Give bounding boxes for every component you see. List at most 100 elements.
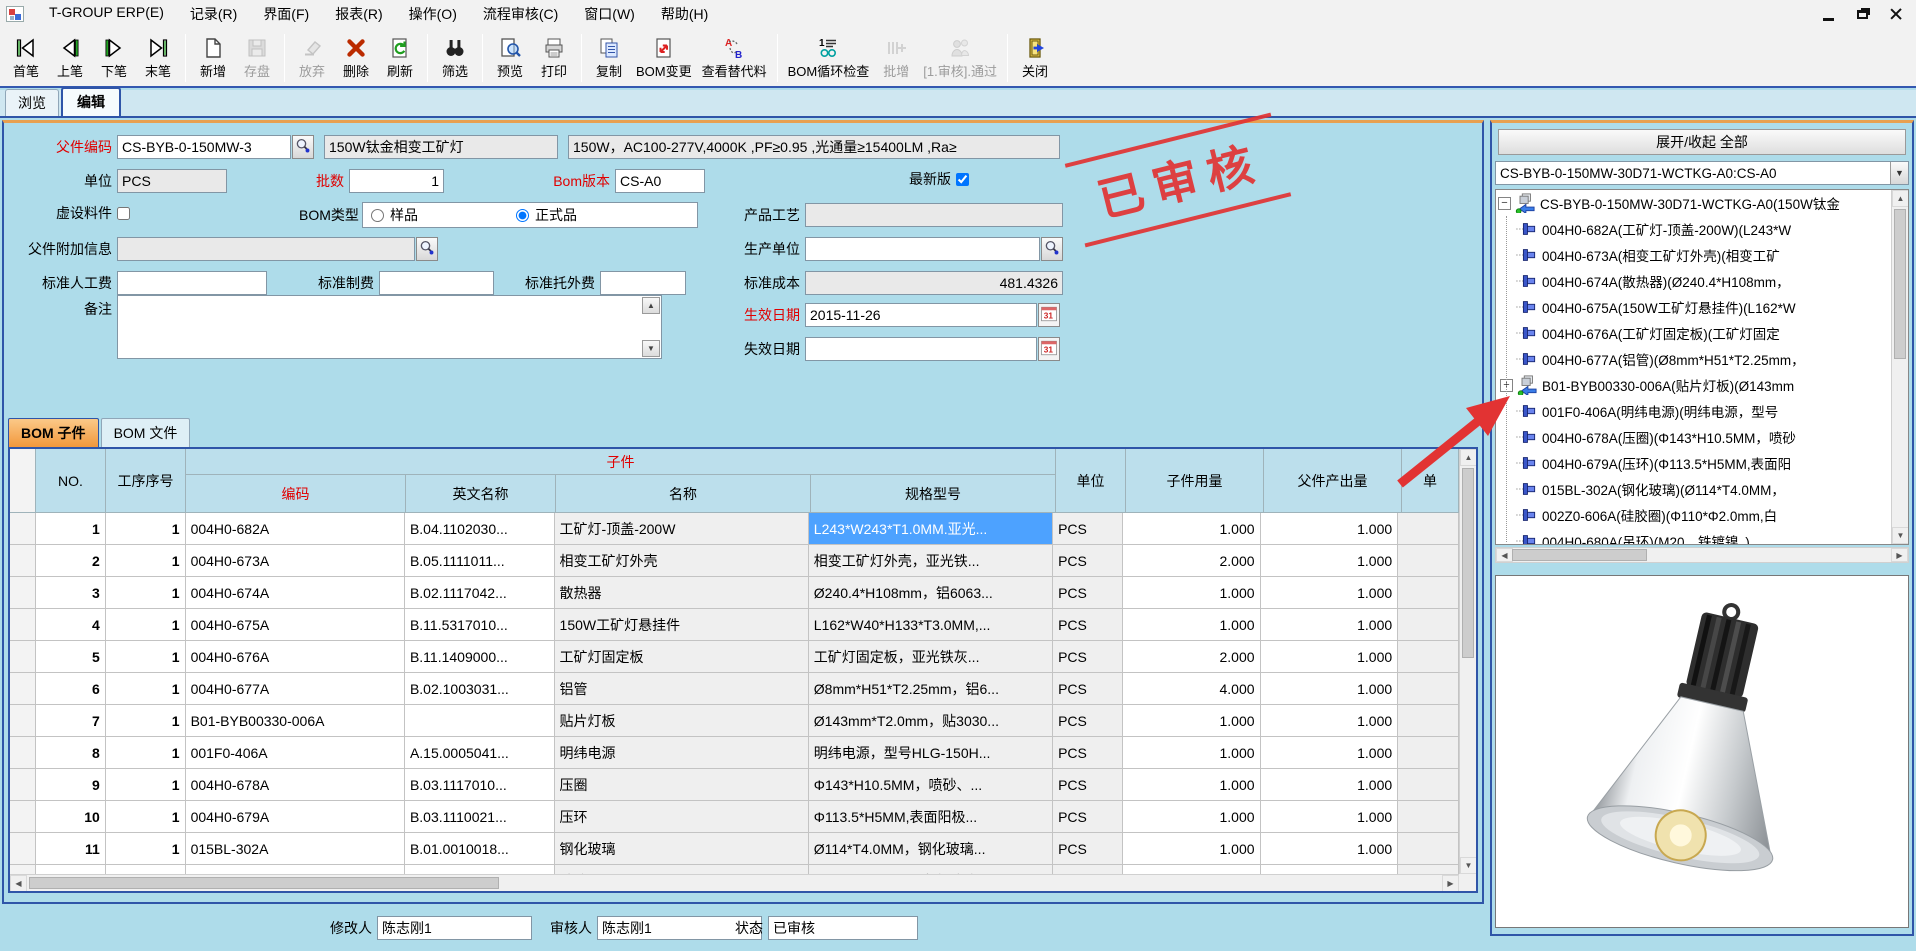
toolbar-refresh-button[interactable]: 刷新 [378, 30, 422, 86]
tree-node[interactable]: 004H0-678A(压圈)(Φ143*H10.5MM，喷砂 [1514, 424, 1891, 450]
tree-node[interactable]: 004H0-682A(工矿灯-顶盖-200W)(L243*W [1514, 216, 1891, 242]
expand-collapse-all-button[interactable]: 展开/收起 全部 [1498, 129, 1906, 155]
menu-item-2[interactable]: 界面(F) [250, 0, 322, 28]
toolbar-substitute-button[interactable]: AB查看替代料 [697, 30, 772, 86]
tab-edit[interactable]: 编辑 [61, 87, 121, 116]
table-row[interactable]: 41004H0-675AB.11.5317010...150W工矿灯悬挂件L16… [10, 609, 1459, 641]
table-row[interactable]: 121002Z0-606AB.10.0540000...硅胶圈Φ110*Φ2.0… [10, 865, 1459, 874]
collapse-icon[interactable]: − [1498, 197, 1511, 210]
tree-node[interactable]: −CS-BYB-0-150MW-30D71-WCTKG-A0(150W钛金 [1496, 190, 1891, 216]
table-row[interactable]: 101004H0-679AB.03.1110021...压环Φ113.5*H5M… [10, 801, 1459, 833]
table-row[interactable]: 71B01-BYB00330-006A贴片灯板Ø143mm*T2.0mm，贴30… [10, 705, 1459, 737]
scrollbar-thumb[interactable] [1462, 468, 1474, 658]
toolbar-nav-last-button[interactable]: 末笔 [136, 30, 180, 86]
scroll-up-icon[interactable]: ▲ [642, 297, 660, 314]
tab-browse[interactable]: 浏览 [5, 89, 59, 116]
scroll-down-icon[interactable]: ▼ [1460, 857, 1477, 874]
menu-item-0[interactable]: T-GROUP ERP(E) [36, 0, 177, 28]
tree-node[interactable]: 004H0-675A(150W工矿灯悬挂件)(L162*W [1514, 294, 1891, 320]
bom-type-sample-radio[interactable] [371, 209, 384, 222]
note-scrollbar[interactable]: ▲ ▼ [642, 297, 660, 357]
toolbar-preview-button[interactable]: 预览 [488, 30, 532, 86]
table-horizontal-scrollbar[interactable]: ◀ ▶ [10, 874, 1459, 891]
tab-bom-files[interactable]: BOM 文件 [101, 418, 191, 447]
table-row[interactable]: 111015BL-302AB.01.0010018...钢化玻璃Ø114*T4.… [10, 833, 1459, 865]
production-unit-lookup-button[interactable] [1041, 237, 1063, 261]
note-textarea[interactable]: ▲ ▼ [117, 295, 662, 359]
tree-node[interactable]: 015BL-302A(钢化玻璃)(Ø114*T4.0MM， [1514, 476, 1891, 502]
toolbar-filter-button[interactable]: 筛选 [433, 30, 477, 86]
menu-item-4[interactable]: 操作(O) [396, 0, 470, 28]
table-row[interactable]: 81001F0-406AA.15.0005041...明纬电源明纬电源，型号HL… [10, 737, 1459, 769]
menu-item-6[interactable]: 窗口(W) [571, 0, 648, 28]
toolbar-nav-prev-button[interactable]: 上笔 [48, 30, 92, 86]
toolbar-bom-change-button[interactable]: BOM变更 [631, 30, 697, 86]
toolbar-delete-button[interactable]: 删除 [334, 30, 378, 86]
scrollbar-thumb[interactable] [29, 877, 499, 889]
scroll-left-icon[interactable]: ◀ [10, 875, 27, 892]
latest-version-checkbox[interactable] [956, 173, 969, 186]
scroll-left-icon[interactable]: ◀ [1496, 548, 1513, 562]
menu-item-1[interactable]: 记录(R) [177, 0, 250, 28]
production-unit-input[interactable] [805, 237, 1040, 261]
toolbar-print-button[interactable]: 打印 [532, 30, 576, 86]
chevron-down-icon[interactable]: ▼ [1890, 162, 1908, 184]
tab-bom-children[interactable]: BOM 子件 [8, 418, 99, 447]
table-row[interactable]: 21004H0-673AB.05.1111011...相变工矿灯外壳相变工矿灯外… [10, 545, 1459, 577]
scrollbar-thumb[interactable] [1512, 549, 1647, 561]
scroll-up-icon[interactable]: ▲ [1460, 449, 1477, 466]
effective-date-calendar-button[interactable]: 31 [1038, 303, 1060, 327]
tree-node[interactable]: 004H0-677A(铝管)(Ø8mm*H51*T2.25mm， [1514, 346, 1891, 372]
close-button[interactable] [1882, 3, 1910, 25]
parent-code-lookup-button[interactable] [292, 135, 314, 159]
expire-date-calendar-button[interactable]: 31 [1038, 337, 1060, 361]
scroll-right-icon[interactable]: ▶ [1891, 548, 1908, 562]
effective-date-input[interactable] [805, 303, 1037, 327]
scroll-right-icon[interactable]: ▶ [1442, 875, 1459, 892]
bom-version-input[interactable] [615, 169, 705, 193]
menu-item-5[interactable]: 流程审核(C) [470, 0, 571, 28]
tree-node[interactable]: 004H0-680A(吊环)(M20、铁镀镍、) [1514, 528, 1891, 544]
toolbar-new-button[interactable]: 新增 [191, 30, 235, 86]
parent-code-input[interactable] [117, 135, 291, 159]
table-row[interactable]: 11004H0-682AB.04.1102030...工矿灯-顶盖-200WL2… [10, 513, 1459, 545]
table-row[interactable]: 91004H0-678AB.03.1117010...压圈Φ143*H10.5M… [10, 769, 1459, 801]
table-row[interactable]: 51004H0-676AB.11.1409000...工矿灯固定板工矿灯固定板，… [10, 641, 1459, 673]
toolbar-loop-check-button[interactable]: 1BOM循环检查 [783, 30, 875, 86]
toolbar-nav-first-button[interactable]: 首笔 [4, 30, 48, 86]
tree-horizontal-scrollbar[interactable]: ◀ ▶ [1495, 547, 1909, 563]
table-vertical-scrollbar[interactable]: ▲ ▼ [1459, 449, 1476, 874]
virtual-part-checkbox[interactable] [117, 207, 130, 220]
tree-node[interactable]: +B01-BYB00330-006A(贴片灯板)(Ø143mm [1514, 372, 1891, 398]
outsource-cost-input[interactable] [600, 271, 686, 295]
table-row[interactable]: 61004H0-677AB.02.1003031...铝管Ø8mm*H51*T2… [10, 673, 1459, 705]
minimize-icon [1823, 18, 1834, 21]
tree-vertical-scrollbar[interactable]: ▲ ▼ [1891, 190, 1908, 544]
menu-item-7[interactable]: 帮助(H) [648, 0, 721, 28]
table-row[interactable]: 31004H0-674AB.02.1117042...散热器Ø240.4*H10… [10, 577, 1459, 609]
mfg-cost-input[interactable] [379, 271, 494, 295]
scroll-down-icon[interactable]: ▼ [642, 340, 660, 357]
tree-node[interactable]: 004H0-673A(相变工矿灯外壳)(相变工矿 [1514, 242, 1891, 268]
tree-node[interactable]: 002Z0-606A(硅胶圈)(Φ110*Φ2.0mm,白 [1514, 502, 1891, 528]
expand-icon[interactable]: + [1500, 379, 1513, 392]
minimize-button[interactable] [1814, 3, 1842, 25]
restore-button[interactable] [1848, 3, 1876, 25]
bom-version-combo[interactable]: CS-BYB-0-150MW-30D71-WCTKG-A0:CS-A0 ▼ [1495, 161, 1909, 185]
scroll-down-icon[interactable]: ▼ [1892, 527, 1909, 544]
scrollbar-thumb[interactable] [1894, 209, 1906, 359]
batch-input[interactable] [349, 169, 444, 193]
scroll-up-icon[interactable]: ▲ [1892, 190, 1909, 207]
toolbar-copy-button[interactable]: 复制 [587, 30, 631, 86]
bom-type-official-radio[interactable] [516, 209, 529, 222]
toolbar-close-button[interactable]: 关闭 [1013, 30, 1057, 86]
tree-node[interactable]: 004H0-679A(压环)(Φ113.5*H5MM,表面阳 [1514, 450, 1891, 476]
expire-date-input[interactable] [805, 337, 1037, 361]
parent-extra-info-lookup-button[interactable] [416, 237, 438, 261]
menu-item-3[interactable]: 报表(R) [322, 0, 395, 28]
labor-cost-input[interactable] [117, 271, 267, 295]
tree-node[interactable]: 004H0-674A(散热器)(Ø240.4*H108mm， [1514, 268, 1891, 294]
tree-node[interactable]: 004H0-676A(工矿灯固定板)(工矿灯固定 [1514, 320, 1891, 346]
toolbar-nav-next-button[interactable]: 下笔 [92, 30, 136, 86]
tree-node[interactable]: 001F0-406A(明纬电源)(明纬电源，型号 [1514, 398, 1891, 424]
